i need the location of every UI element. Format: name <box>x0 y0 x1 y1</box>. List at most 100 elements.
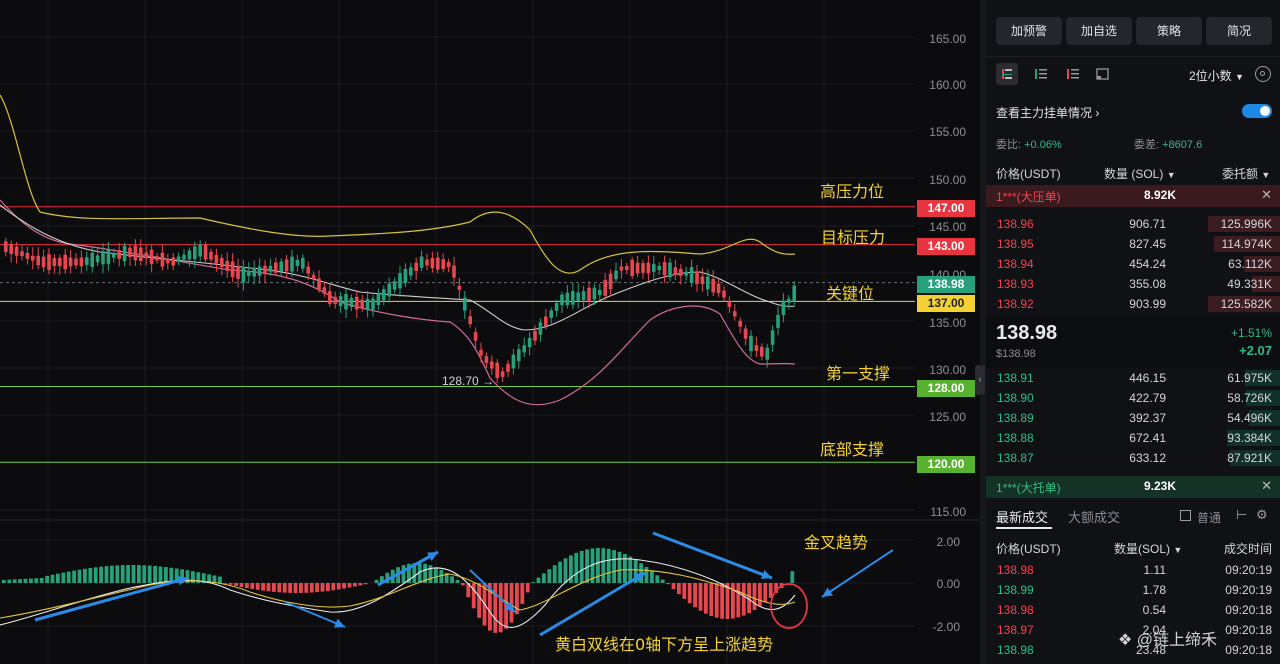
normal-checkbox[interactable] <box>1180 510 1191 521</box>
header-total[interactable]: 委托额 ▼ <box>1222 165 1270 182</box>
trade-price: 138.98 <box>997 563 1034 577</box>
candle-body <box>662 262 667 276</box>
candle-body <box>463 297 467 311</box>
candle-body <box>522 345 526 353</box>
macd-histogram-bar <box>752 583 757 611</box>
order-total: 87.921K <box>1227 451 1272 465</box>
candle-body <box>430 257 435 269</box>
header-qty[interactable]: 数量 (SOL) ▼ <box>1104 165 1176 182</box>
candle-body <box>727 300 732 307</box>
bid-row[interactable]: 138.88 672.41 93.384K <box>986 428 1280 448</box>
candle-body <box>765 347 769 360</box>
macd-histogram-bar <box>758 583 762 607</box>
macd-histogram-bar <box>261 583 265 591</box>
order-total: 58.726K <box>1227 391 1272 405</box>
close-icon[interactable]: ✕ <box>1261 478 1272 494</box>
macd-histogram-bar <box>471 583 476 609</box>
big-bid-row[interactable]: 1***(大托单) 9.23K ✕ <box>986 476 1280 498</box>
candle-body <box>241 266 246 283</box>
macd-histogram-bar <box>34 578 39 583</box>
view-bids-icon[interactable] <box>1030 63 1052 85</box>
bid-row[interactable]: 138.90 422.79 58.726K <box>986 388 1280 408</box>
candle-body <box>274 262 278 273</box>
macd-histogram-bar <box>272 583 276 592</box>
filter-icon[interactable]: ⊢ <box>1236 507 1247 523</box>
trade-header-qty[interactable]: 数量(SOL) ▼ <box>1114 540 1182 557</box>
settings-icon[interactable]: ⚙ <box>1256 507 1268 523</box>
macd-histogram-bar <box>77 569 82 583</box>
y-axis-label: 115.00 <box>930 505 966 519</box>
view-asks-icon[interactable] <box>1062 63 1084 85</box>
macd-histogram-bar <box>790 571 795 583</box>
annotation-bottom-support: 底部支撑 <box>820 440 885 459</box>
ask-row[interactable]: 138.92 903.99 125.582K <box>986 294 1280 314</box>
low-price-marker: 128.70 → <box>442 374 495 388</box>
tab-large-trades[interactable]: 大额成交 <box>1068 507 1120 526</box>
add-watchlist-button[interactable]: 加自选 <box>1066 17 1132 45</box>
order-price: 138.92 <box>997 297 1034 311</box>
kline-chart[interactable]: 165.00 160.00 155.00 150.00 145.00 140.00 135.… <box>0 0 980 664</box>
tab-latest-trades[interactable]: 最新成交 <box>996 507 1048 526</box>
candle-body <box>257 266 262 276</box>
macd-histogram-bar <box>93 567 98 583</box>
ask-row[interactable]: 138.96 906.71 125.996K <box>986 214 1280 234</box>
macd-histogram-bar <box>563 558 568 583</box>
candle-body <box>571 291 575 305</box>
big-ask-row[interactable]: 1***(大压单) 8.92K ✕ <box>986 185 1280 207</box>
ask-row[interactable]: 138.93 355.08 49.331K <box>986 274 1280 294</box>
bid-row[interactable]: 138.91 446.15 61.975K <box>986 368 1280 388</box>
macd-histogram-bar <box>542 573 546 583</box>
strategy-button[interactable]: 策略 <box>1136 17 1202 45</box>
candle-body <box>781 300 786 316</box>
candle-body <box>365 298 370 311</box>
ask-row[interactable]: 138.95 827.45 114.974K <box>986 234 1280 254</box>
settings-icon[interactable] <box>1255 66 1271 82</box>
y-axis-label: 160.00 <box>929 78 966 92</box>
candle-body <box>187 250 192 260</box>
decimal-select[interactable]: 2位小数 ▼ <box>1189 67 1244 84</box>
macd-histogram-bar <box>99 566 103 583</box>
macd-histogram-bar <box>326 583 330 591</box>
macd-histogram-bar <box>401 565 406 583</box>
candle-body <box>500 371 505 377</box>
macd-histogram-bar <box>363 583 368 585</box>
macd-histogram-bar <box>39 578 44 583</box>
candle-body <box>306 266 310 274</box>
last-price-usd: $138.98 <box>996 348 1036 360</box>
overview-button[interactable]: 简况 <box>1206 17 1272 45</box>
main-orders-toggle[interactable] <box>1242 104 1272 118</box>
y-axis-label: 155.00 <box>929 125 966 139</box>
bid-row[interactable]: 138.89 392.37 54.496K <box>986 408 1280 428</box>
view-depth-icon[interactable] <box>1092 63 1114 85</box>
macd-histogram-bar <box>315 583 319 593</box>
change-abs: +2.07 <box>1239 343 1272 358</box>
candle-body <box>679 268 683 276</box>
candle-body <box>787 298 791 303</box>
trade-price: 138.99 <box>997 583 1034 597</box>
candle-body <box>333 296 337 305</box>
add-alert-button[interactable]: 加预警 <box>996 17 1062 45</box>
trade-time: 09:20:18 <box>1225 643 1272 657</box>
trade-time: 09:20:19 <box>1225 563 1272 577</box>
chevron-right-icon: › <box>1095 106 1100 120</box>
bid-row[interactable]: 138.87 633.12 87.921K <box>986 448 1280 468</box>
candle-body <box>171 257 175 266</box>
candle-body <box>382 289 386 301</box>
candle-body <box>155 256 159 261</box>
annotation-high-resistance: 高压力位 <box>820 182 885 201</box>
candle-body <box>452 265 456 278</box>
macd-histogram-bar <box>601 548 606 583</box>
view-both-icon[interactable] <box>996 63 1018 85</box>
macd-histogram-bar <box>455 579 460 583</box>
trend-arrow-icon <box>34 576 189 622</box>
ask-row[interactable]: 138.94 454.24 63.112K <box>986 254 1280 274</box>
candle-body <box>743 328 748 339</box>
order-qty: 903.99 <box>1129 297 1166 311</box>
close-icon[interactable]: ✕ <box>1261 187 1272 203</box>
order-price: 138.94 <box>997 257 1034 271</box>
chart-canvas[interactable] <box>0 0 980 664</box>
main-orders-link[interactable]: 查看主力挂单情况 › <box>996 104 1099 121</box>
candle-body <box>74 258 78 266</box>
collapse-handle-icon[interactable]: ‹ <box>975 365 985 395</box>
macd-histogram-bar <box>115 565 120 583</box>
